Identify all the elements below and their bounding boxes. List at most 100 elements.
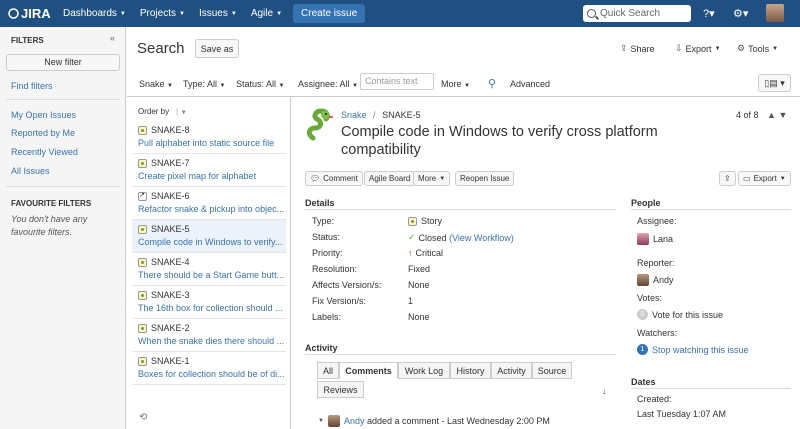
type-filter[interactable]: Type: All ▼ — [183, 79, 226, 89]
chevron-down-icon: ▼ — [119, 10, 126, 17]
more-criteria-label: More — [441, 79, 462, 89]
quick-search-input[interactable]: Quick Search — [583, 5, 691, 22]
watchers-value: 1 Stop watching this issue — [637, 344, 749, 355]
issue-list-item[interactable]: SNAKE-7 Create pixel map for alphabet — [132, 154, 286, 187]
issue-key: SNAKE-7 — [151, 158, 190, 168]
filter-all-issues[interactable]: All Issues — [11, 166, 50, 176]
reopen-issue-button[interactable]: Reopen Issue — [455, 171, 515, 186]
agile-board-button[interactable]: Agile Board — [364, 171, 416, 186]
nav-projects[interactable]: Projects ▼ — [133, 0, 192, 27]
tab-comments[interactable]: Comments — [339, 362, 398, 379]
fix-version-label: Fix Version/s: — [312, 296, 367, 306]
status-filter[interactable]: Status: All ▼ — [236, 79, 285, 89]
previous-issue-icon[interactable]: ▲ — [767, 110, 776, 120]
filter-reported-by-me[interactable]: Reported by Me — [11, 128, 75, 138]
tab-activity[interactable]: Activity — [491, 362, 532, 379]
nav-dashboards[interactable]: Dashboards ▼ — [56, 0, 133, 27]
nav-agile[interactable]: Agile ▼ — [244, 0, 289, 27]
assignee-filter[interactable]: Assignee: All ▼ — [298, 79, 358, 89]
affects-version-label: Affects Version/s: — [312, 280, 382, 290]
search-icon[interactable]: ⚲ — [488, 77, 496, 90]
status-value: ✓ Closed (View Workflow) — [408, 232, 514, 243]
create-issue-button[interactable]: Create issue — [293, 4, 366, 23]
favourite-filters-heading: FAVOURITE FILTERS — [11, 199, 92, 208]
filter-recently-viewed[interactable]: Recently Viewed — [11, 147, 78, 157]
contains-text-input[interactable]: Contains text — [360, 73, 434, 90]
issue-summary: Refactor snake & pickup into objec... — [138, 204, 285, 214]
assignee-name[interactable]: Lana — [653, 234, 673, 244]
labels-value: None — [408, 312, 430, 322]
next-issue-icon[interactable]: ▼ — [778, 110, 787, 120]
sort-order-icon[interactable]: ↓ — [602, 386, 607, 396]
comment-button[interactable]: 💬︎ Comment — [305, 171, 363, 186]
chevron-down-icon[interactable]: ▼ — [318, 418, 324, 424]
issue-key: SNAKE-5 — [151, 224, 190, 234]
reporter-name[interactable]: Andy — [653, 275, 674, 285]
fix-version-link[interactable]: 1 — [408, 296, 413, 306]
advanced-search-link[interactable]: Advanced — [510, 79, 550, 89]
filters-sidebar: FILTERS « New filter Find filters My Ope… — [0, 27, 126, 429]
issue-list-item-selected[interactable]: SNAKE-5 Compile code in Windows to verif… — [132, 220, 286, 253]
watchers-count-badge: 1 — [637, 344, 648, 355]
tab-reviews[interactable]: Reviews — [317, 381, 364, 398]
filter-my-open-issues[interactable]: My Open Issues — [11, 110, 76, 120]
issue-key: SNAKE-4 — [151, 257, 190, 267]
nav-agile-label: Agile — [250, 8, 274, 19]
user-avatar[interactable] — [766, 4, 784, 22]
chevron-down-icon: ▼ — [167, 83, 173, 89]
issue-list: Order by │ ▼ SNAKE-8 Pull alphabet into … — [127, 97, 291, 429]
issue-list-item[interactable]: SNAKE-6 Refactor snake & pickup into obj… — [132, 187, 286, 220]
jira-logo[interactable]: JIRA — [8, 6, 56, 21]
issue-list-item[interactable]: SNAKE-2 When the snake dies there should… — [132, 319, 286, 352]
collapse-sidebar-icon[interactable]: « — [110, 33, 115, 43]
new-filter-button[interactable]: New filter — [6, 54, 120, 71]
chevron-down-icon: ▼ — [276, 10, 283, 17]
layout-switcher-button[interactable]: ▯▤ ▾ — [758, 74, 791, 92]
tab-work-log[interactable]: Work Log — [398, 362, 450, 379]
refresh-icon[interactable]: ⟲ — [139, 412, 147, 423]
vote-link[interactable]: Vote for this issue — [652, 310, 723, 320]
top-navigation-bar: JIRA Dashboards ▼ Projects ▼ Issues ▼ Agile… — [0, 0, 800, 27]
issue-summary: There should be a Start Game butt... — [138, 270, 285, 280]
issue-list-item[interactable]: SNAKE-3 The 16th box for collection shou… — [132, 286, 286, 319]
tab-history[interactable]: History — [450, 362, 491, 379]
order-by-button[interactable]: Order by │ ▼ — [138, 107, 187, 116]
search-icon — [587, 9, 596, 18]
issue-summary: When the snake dies there should ... — [138, 336, 285, 346]
share-button[interactable]: ⇪ Share — [620, 43, 655, 54]
sidebar-divider — [6, 186, 120, 187]
gear-icon[interactable]: ⚙▾ — [733, 7, 748, 20]
breadcrumb-issue-key[interactable]: SNAKE-5 — [382, 110, 421, 120]
story-icon — [408, 216, 417, 226]
type-filter-label: Type: All — [183, 79, 218, 89]
assignee-label: Assignee: — [637, 216, 677, 226]
snake-project-avatar-icon — [306, 108, 334, 141]
labels-label: Labels: — [312, 312, 342, 322]
comment-author-link[interactable]: Andy — [344, 416, 365, 426]
order-by-label: Order by — [138, 107, 170, 116]
stop-watching-link[interactable]: Stop watching this issue — [652, 345, 749, 355]
tools-button[interactable]: ⚙ Tools ▼ — [737, 43, 778, 54]
type-value-text: Story — [421, 216, 443, 226]
issue-list-item[interactable]: SNAKE-4 There should be a Start Game but… — [132, 253, 286, 286]
save-as-button[interactable]: Save as — [195, 39, 239, 58]
issue-key: SNAKE-2 — [151, 323, 190, 333]
tab-all[interactable]: All — [317, 362, 339, 379]
view-workflow-link[interactable]: (View Workflow) — [449, 233, 514, 243]
story-icon — [138, 323, 147, 333]
page-title: Search — [137, 40, 185, 57]
issue-list-item[interactable]: SNAKE-8 Pull alphabet into static source… — [132, 121, 286, 154]
issue-list-item[interactable]: SNAKE-1 Boxes for collection should be o… — [132, 352, 286, 385]
help-icon[interactable]: ?▾ — [703, 7, 715, 20]
share-issue-button[interactable]: ⇪ — [719, 171, 736, 186]
more-actions-button[interactable]: More ▼ — [413, 171, 451, 186]
chevron-down-icon: ▼ — [714, 45, 721, 52]
find-filters-link[interactable]: Find filters — [11, 81, 53, 91]
export-search-button[interactable]: ⇩ Export ▼ — [675, 43, 721, 54]
nav-issues[interactable]: Issues ▼ — [192, 0, 244, 27]
project-filter[interactable]: Snake ▼ — [139, 79, 173, 89]
tab-source[interactable]: Source — [532, 362, 572, 379]
more-criteria-button[interactable]: More ▼ — [441, 79, 470, 89]
export-issue-button[interactable]: ▭ Export ▼ — [738, 171, 791, 186]
breadcrumb-project-link[interactable]: Snake — [341, 110, 367, 120]
